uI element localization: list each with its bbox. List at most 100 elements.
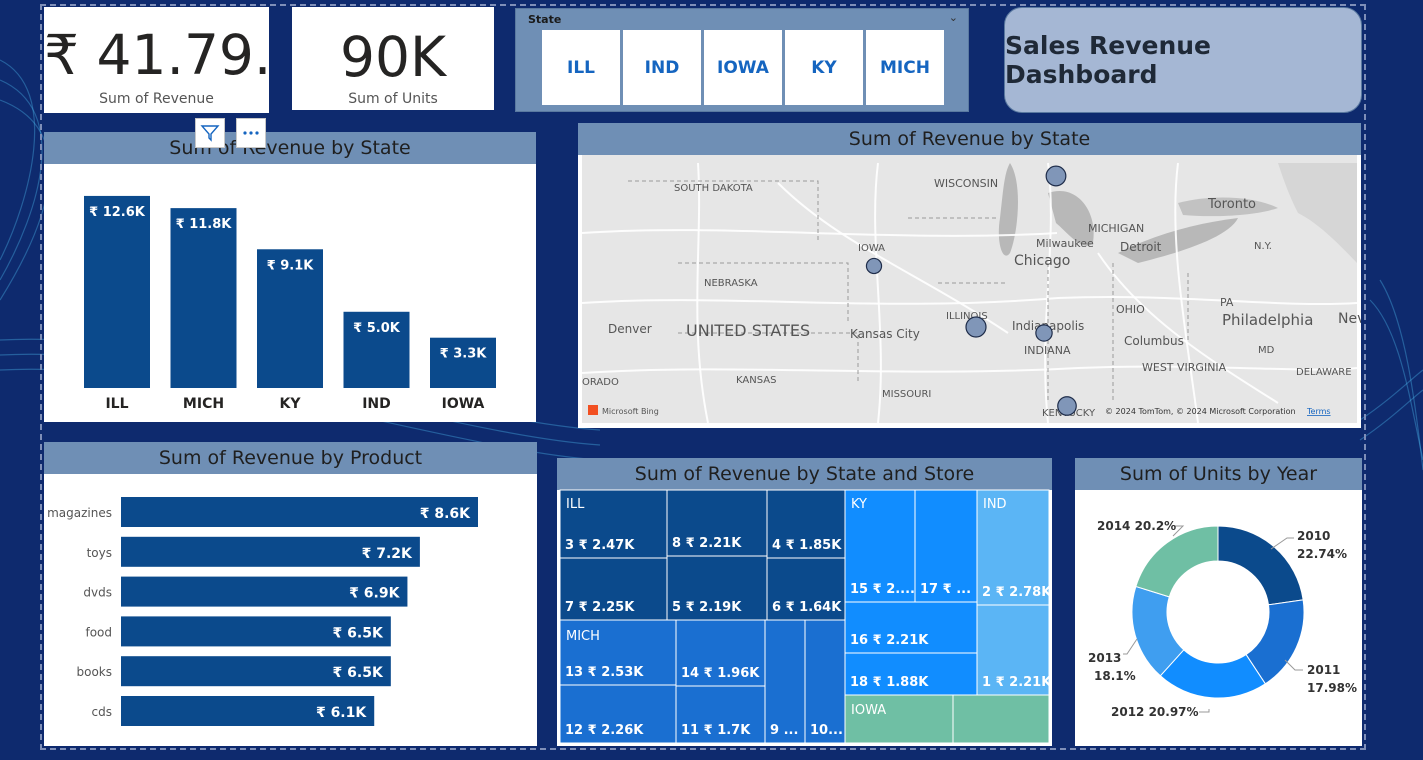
donut-label: 2012 20.97% xyxy=(1111,705,1199,719)
filter-icon[interactable] xyxy=(195,118,225,148)
product-category-label: food xyxy=(85,625,112,639)
donut-leader-line xyxy=(1199,709,1210,713)
map-place-label: Denver xyxy=(608,322,652,336)
product-bar-plot: magazines ₹ 8.6K toys ₹ 7.2K dvds ₹ 6.9K food ₹… xyxy=(47,497,478,726)
map-place-label: Philadelphia xyxy=(1222,311,1313,329)
map-bubble-ky[interactable] xyxy=(1057,396,1077,416)
bar-mich[interactable] xyxy=(170,208,237,388)
map-bubble-iowa[interactable] xyxy=(865,257,883,275)
treemap-group-label: IND xyxy=(983,497,1007,512)
chevron-down-icon[interactable]: ⌄ xyxy=(949,11,958,24)
bar-data-label: ₹ 9.1K xyxy=(267,258,315,273)
state-slicer[interactable]: State ⌄ ILL IND IOWA KY MICH xyxy=(515,8,969,112)
map-place-label: Milwaukee xyxy=(1036,237,1094,250)
map-place-label: INDIANA xyxy=(1024,344,1071,357)
map-place-label: IOWA xyxy=(858,243,885,254)
product-category-label: books xyxy=(76,665,112,679)
treemap-cell-label: 8 ₹ 2.21K xyxy=(672,536,742,551)
donut-category-label: 2013 xyxy=(1088,651,1121,665)
treemap-cell-label: 9 ... xyxy=(770,723,798,738)
map-place-label: PA xyxy=(1220,296,1234,309)
treemap-cell-label: 4 ₹ 1.85K xyxy=(772,538,842,553)
map-place-label: Chicago xyxy=(1014,253,1070,269)
treemap-cell-label: 15 ₹ 2.... xyxy=(850,582,915,597)
treemap-cell-label: 16 ₹ 2.21K xyxy=(850,633,929,648)
treemap-cell-iowa-b[interactable] xyxy=(952,694,1050,744)
kpi-units-value: 90K xyxy=(339,25,447,89)
kpi-card-units[interactable]: 90K Sum of Units xyxy=(292,7,494,110)
product-bar-data-label: ₹ 6.1K xyxy=(316,705,367,721)
treemap-cell-label: 12 ₹ 2.26K xyxy=(565,723,644,738)
map-logo: Microsoft Bing xyxy=(602,407,659,416)
map-attribution: © 2024 TomTom, © 2024 Microsoft Corporat… xyxy=(1105,407,1296,416)
bar-category-label: ILL xyxy=(105,396,128,412)
map-place-label: MISSOURI xyxy=(882,389,931,400)
map-place-label: UNITED STATES xyxy=(686,321,810,340)
map-bubble-ill[interactable] xyxy=(965,316,987,338)
donut-slice-2014[interactable] xyxy=(1135,525,1219,598)
bar-category-label: MICH xyxy=(183,396,224,412)
map-place-label: N.Y. xyxy=(1254,241,1272,252)
bar-data-label: ₹ 11.8K xyxy=(176,217,233,232)
donut-category-label: 2010 xyxy=(1297,529,1330,543)
revenue-by-product-bar-chart[interactable]: Sum of Revenue by Product magazines ₹ 8.6… xyxy=(44,442,537,746)
kpi-revenue-value: ₹ 41.79... xyxy=(44,23,269,87)
map-place-label: Columbus xyxy=(1124,334,1184,348)
bar-iowa[interactable] xyxy=(430,337,496,388)
map-place-label: MICHIGAN xyxy=(1088,222,1144,235)
bar-data-label: ₹ 3.3K xyxy=(440,347,488,362)
donut-label: 2014 20.2% xyxy=(1097,519,1176,533)
map-place-label: KANSAS xyxy=(736,375,776,386)
map-place-label: OHIO xyxy=(1116,303,1145,316)
map-canvas[interactable]: SOUTH DAKOTA WISCONSIN MICHIGAN Toronto IOWA… xyxy=(578,123,1361,428)
more-options-icon[interactable] xyxy=(236,118,266,148)
map-bubble-ind[interactable] xyxy=(1035,324,1053,342)
donut-data-label: 17.98% xyxy=(1307,681,1357,695)
map-place-label: Toronto xyxy=(1207,197,1256,212)
revenue-by-state-map[interactable]: Sum of Revenue by State SOUTH DAKOTA WIS… xyxy=(578,123,1361,428)
treemap-group-label: KY xyxy=(851,497,867,512)
donut-data-label: 18.1% xyxy=(1094,669,1136,683)
bar-category-label: IND xyxy=(362,396,391,412)
slicer-option-ky[interactable]: KY xyxy=(785,30,863,105)
revenue-by-state-store-treemap[interactable]: Sum of Revenue by State and Store 3 ₹ 2.… xyxy=(557,458,1052,746)
product-bar-data-label: ₹ 6.5K xyxy=(333,665,384,681)
units-by-year-donut-chart[interactable]: Sum of Units by Year 2010 22.74% 2011 17.98… xyxy=(1075,458,1362,746)
revenue-by-state-bar-chart[interactable]: Sum of Revenue by State ₹ 12.6K ILL ₹ 11.8… xyxy=(44,132,536,422)
product-bar-data-label: ₹ 6.5K xyxy=(333,625,384,641)
bar-ill[interactable] xyxy=(84,195,150,388)
treemap-group-label: ILL xyxy=(566,497,585,512)
map-terms-link[interactable]: Terms xyxy=(1306,407,1331,416)
product-category-label: magazines xyxy=(47,506,112,520)
treemap-cell-label: 11 ₹ 1.7K xyxy=(681,723,751,738)
kpi-revenue-label: Sum of Revenue xyxy=(99,91,214,107)
treemap-group-label: MICH xyxy=(566,629,600,644)
slicer-option-ill[interactable]: ILL xyxy=(542,30,620,105)
kpi-units-label: Sum of Units xyxy=(348,91,438,107)
product-bar-data-label: ₹ 8.6K xyxy=(420,506,471,522)
map-bubble-mich[interactable] xyxy=(1045,165,1067,187)
slicer-option-iowa[interactable]: IOWA xyxy=(704,30,782,105)
product-category-label: toys xyxy=(87,546,112,560)
treemap-cell-label: 14 ₹ 1.96K xyxy=(681,666,760,681)
map-place-label: SOUTH DAKOTA xyxy=(674,183,753,194)
treemap-cell-label: 17 ₹ ... xyxy=(920,582,971,597)
treemap-cell-label: 2 ₹ 2.78K xyxy=(982,585,1052,600)
treemap-plot: 3 ₹ 2.47K 7 ₹ 2.25K 8 ₹ 2.21K 5 ₹ 2.19K 4 ₹ … xyxy=(559,489,1052,744)
product-category-label: cds xyxy=(92,705,112,719)
slicer-option-ind[interactable]: IND xyxy=(623,30,701,105)
map-place-label: ORADO xyxy=(582,377,619,388)
treemap-group-label: IOWA xyxy=(851,703,886,718)
slicer-option-mich[interactable]: MICH xyxy=(866,30,944,105)
map-place-label: Nev xyxy=(1338,311,1361,327)
product-category-label: dvds xyxy=(83,586,112,600)
kpi-card-revenue[interactable]: ₹ 41.79... Sum of Revenue xyxy=(44,7,269,113)
donut-plot: 2010 22.74% 2011 17.98% 2012 20.97% 2013 18.1%… xyxy=(1088,519,1357,719)
dashboard-title: Sales Revenue Dashboard xyxy=(1004,7,1362,113)
map-place-label: Detroit xyxy=(1120,240,1162,254)
treemap-cell-label: 10... xyxy=(810,723,843,738)
map-place-label: WISCONSIN xyxy=(934,177,998,190)
treemap-cell-label: 5 ₹ 2.19K xyxy=(672,600,742,615)
slicer-label: State xyxy=(528,13,562,26)
bar-category-label: IOWA xyxy=(442,396,485,412)
